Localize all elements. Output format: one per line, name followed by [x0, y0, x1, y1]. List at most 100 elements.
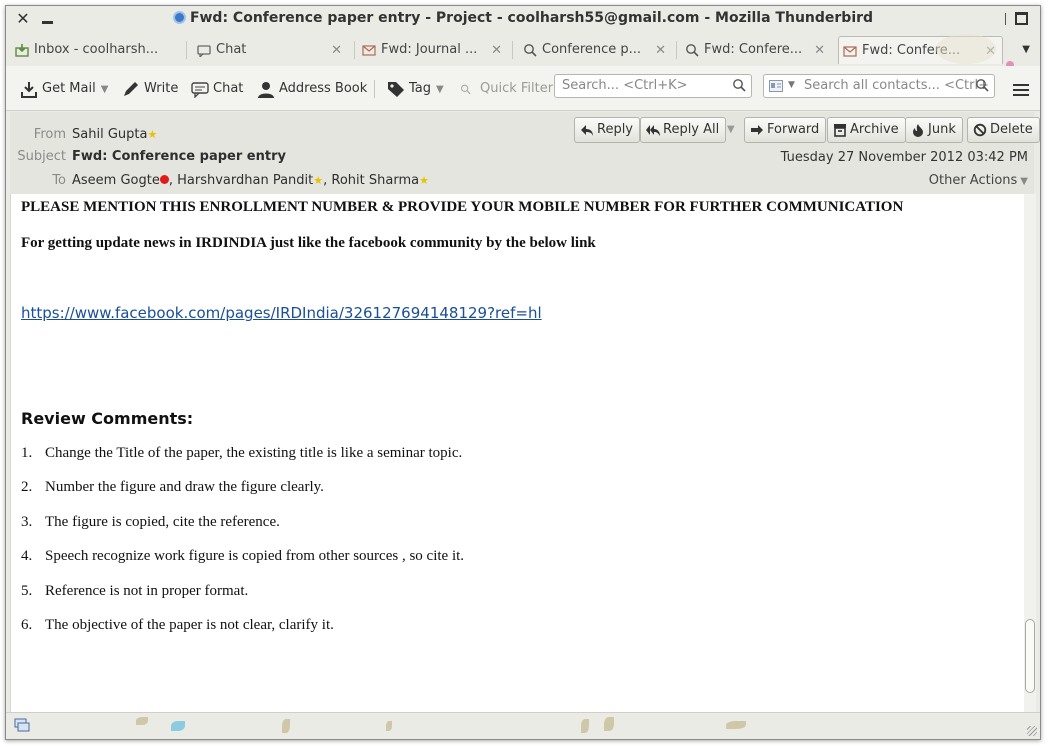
junk-button[interactable]: Junk — [905, 117, 963, 143]
to-label: To — [52, 173, 66, 188]
sender-name[interactable]: Sahil Gupta — [72, 127, 147, 142]
envelope-icon — [843, 46, 857, 57]
review-comment-item: 4. Speech recognize work figure is copied… — [21, 548, 464, 565]
theme-leaf-decoration — [136, 717, 148, 725]
recipient-name[interactable]: Rohit Sharma — [331, 173, 419, 188]
item-number: 3. — [21, 514, 33, 530]
close-tab-icon[interactable]: ✕ — [331, 43, 342, 58]
message-body[interactable]: PLEASE MENTION THIS ENROLLMENT NUMBER & … — [10, 194, 1030, 712]
tab-conference-search[interactable]: Conference p... ✕ — [519, 36, 672, 64]
status-dot-icon — [159, 175, 169, 184]
item-number: 6. — [21, 617, 33, 633]
review-comment-item: 5. Reference is not in proper format. — [21, 583, 248, 600]
chevron-down-icon[interactable]: ▼ — [101, 84, 109, 95]
vertical-scrollbar[interactable] — [1024, 194, 1036, 712]
other-actions-label: Other Actions — [928, 173, 1018, 188]
quick-filter-button[interactable]: Quick Filter — [458, 78, 553, 100]
tab-chat[interactable]: Chat ✕ — [193, 36, 348, 64]
subject-label: Subject — [17, 149, 66, 164]
close-tab-icon[interactable]: ✕ — [814, 43, 825, 58]
resize-grip[interactable] — [1027, 726, 1037, 736]
facebook-link[interactable]: https://www.facebook.com/pages/IRDIndia/… — [21, 304, 542, 322]
reply-icon — [581, 125, 593, 136]
reply-all-button[interactable]: Reply All — [640, 117, 727, 143]
close-tab-icon[interactable]: ✕ — [655, 43, 666, 58]
filter-search-icon — [461, 84, 471, 95]
from-field[interactable]: Sahil Gupta★ — [72, 127, 157, 142]
theme-leaf-decoration — [726, 721, 746, 729]
item-number: 1. — [21, 445, 33, 461]
chevron-down-icon[interactable]: ▼ — [436, 84, 444, 95]
forward-button[interactable]: Forward — [744, 117, 827, 143]
delete-label: Delete — [990, 122, 1033, 137]
delete-button[interactable]: Delete — [967, 117, 1040, 143]
message-header: From Sahil Gupta★ Subject Fwd: Conferenc… — [10, 112, 1040, 194]
tab-separator — [186, 41, 187, 59]
star-icon[interactable]: ★ — [313, 174, 323, 187]
window-title-text: Fwd: Conference paper entry - Project - … — [189, 10, 874, 26]
chat-icon — [191, 82, 209, 98]
theme-leaf-decoration — [282, 719, 290, 733]
recipient-name[interactable]: Harshvardhan Pandit — [177, 173, 313, 188]
app-menu-icon[interactable] — [1013, 84, 1029, 96]
archive-button[interactable]: Archive — [827, 117, 906, 143]
search-input[interactable]: Search... <Ctrl+K> — [554, 74, 752, 98]
search-icon — [976, 79, 989, 92]
tab-inbox[interactable]: Inbox - coolharsh... — [11, 36, 171, 64]
theme-leaf-decoration — [581, 719, 589, 733]
review-comment-item: 3. The figure is copied, cite the referen… — [21, 514, 280, 531]
tab-fwd-journal[interactable]: Fwd: Journal ... ✕ — [358, 36, 508, 64]
tab-label: Fwd: Confere... — [704, 42, 803, 57]
item-text: The figure is copied, cite the reference… — [45, 514, 280, 530]
contacts-search-input[interactable]: ▼ Search all contacts... <Ctrl+ — [763, 74, 995, 98]
search-icon — [524, 44, 537, 57]
tag-icon — [388, 82, 404, 97]
tab-bar: Inbox - coolharsh... Chat ✕ Fwd: Journal… — [6, 33, 1040, 65]
thunderbird-icon — [172, 11, 186, 24]
chevron-down-icon[interactable]: ▼ — [727, 124, 735, 135]
scrollbar-thumb[interactable] — [1025, 619, 1035, 693]
search-placeholder: Search... <Ctrl+K> — [562, 78, 688, 93]
item-text: Change the Title of the paper, the exist… — [45, 445, 463, 461]
inbox-icon — [15, 44, 29, 57]
review-comment-item: 1. Change the Title of the paper, the exi… — [21, 445, 462, 462]
maximize-window-icon[interactable] — [1015, 12, 1028, 25]
search-icon — [686, 44, 699, 57]
tab-label: Chat — [216, 42, 247, 57]
search-icon — [733, 79, 746, 92]
item-text: The objective of the paper is not clear,… — [45, 617, 334, 633]
archive-label: Archive — [850, 122, 899, 137]
main-toolbar: Get Mail ▼ Write Chat Address Book Tag ▼ Q… — [6, 66, 1040, 111]
thunderbird-window: ✕ Fwd: Conference paper entry - Project … — [5, 5, 1041, 740]
tab-list-dropdown-icon[interactable]: ▼ — [1022, 44, 1030, 55]
chat-button[interactable]: Chat — [191, 78, 243, 100]
quick-filter-label: Quick Filter — [480, 81, 554, 96]
item-number: 2. — [21, 479, 33, 495]
review-comment-item: 2. Number the figure and draw the figure … — [21, 479, 324, 496]
tab-label: Inbox - coolharsh... — [34, 42, 159, 57]
offline-status-icon[interactable] — [14, 718, 30, 733]
star-icon[interactable]: ★ — [147, 128, 157, 141]
review-comment-item: 6. The objective of the paper is not clea… — [21, 617, 334, 634]
tag-button[interactable]: Tag ▼ — [387, 78, 444, 100]
recipient-name[interactable]: Aseem Gogte — [72, 173, 160, 188]
theme-leaf-decoration — [171, 721, 185, 731]
chevron-down-icon[interactable]: ▼ — [788, 80, 795, 90]
write-button[interactable]: Write — [122, 78, 178, 100]
star-icon[interactable]: ★ — [419, 174, 429, 187]
download-icon — [21, 82, 37, 98]
write-label: Write — [144, 81, 179, 96]
flame-icon — [913, 124, 923, 137]
tab-fwd-conference-search[interactable]: Fwd: Confere... ✕ — [681, 36, 831, 64]
get-mail-label: Get Mail — [42, 81, 96, 96]
close-tab-icon[interactable]: ✕ — [491, 43, 502, 58]
subject-value: Fwd: Conference paper entry — [72, 149, 286, 164]
forward-icon — [751, 125, 763, 135]
reply-button[interactable]: Reply — [574, 117, 641, 143]
get-mail-button[interactable]: Get Mail ▼ — [20, 78, 108, 100]
from-label: From — [33, 127, 66, 142]
address-book-button[interactable]: Address Book — [257, 78, 367, 100]
status-bar — [6, 712, 1040, 739]
other-actions-button[interactable]: Other Actions ▼ — [929, 173, 1028, 188]
delete-icon — [973, 123, 987, 137]
